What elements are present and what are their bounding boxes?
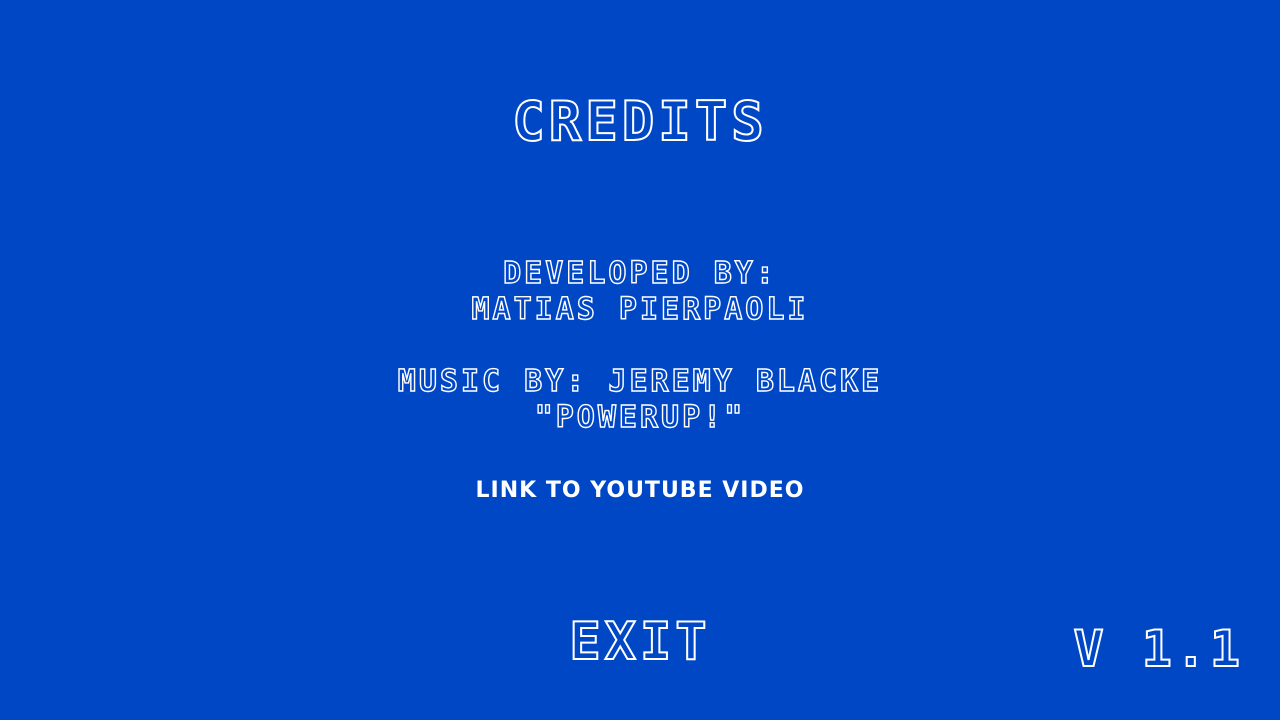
credits-screen: CREDITS DEVELOPED BY: MATIAS PIERPAOLI M… (0, 0, 1280, 720)
music-by-label: MUSIC BY: JEREMY BLACKE (397, 363, 883, 399)
developer-name: MATIAS PIERPAOLI (471, 291, 809, 327)
youtube-link-row: LINK TO YOUTUBE VIDEO (0, 478, 1280, 503)
version-label: V 1.1 (1072, 619, 1244, 679)
youtube-video-link[interactable]: LINK TO YOUTUBE VIDEO (476, 478, 805, 503)
exit-button[interactable]: EXIT (568, 611, 710, 673)
music-track-title: "POWERUP!" (534, 399, 746, 435)
credits-title: CREDITS (511, 89, 768, 154)
developed-by-label: DEVELOPED BY: (502, 255, 777, 291)
